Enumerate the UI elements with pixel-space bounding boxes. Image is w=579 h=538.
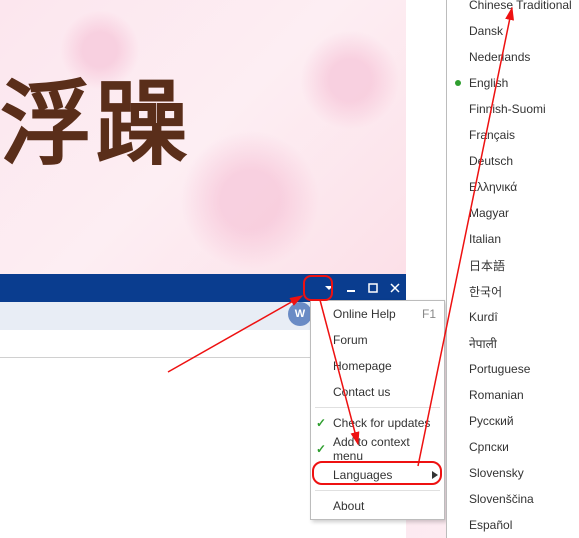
menu-forum[interactable]: Forum — [311, 327, 444, 353]
language-label: Romanian — [469, 388, 524, 402]
language-item[interactable]: 日本語 — [447, 252, 579, 278]
language-label: Italian — [469, 232, 501, 246]
check-icon: ✓ — [316, 442, 326, 456]
language-label: नेपाली — [469, 335, 497, 352]
language-label: 한국어 — [469, 283, 502, 300]
menu-check-updates[interactable]: ✓ Check for updates — [311, 410, 444, 436]
language-item[interactable]: Magyar — [447, 200, 579, 226]
menu-label: Forum — [333, 333, 368, 347]
language-item[interactable]: Kurdî — [447, 304, 579, 330]
wallpaper-area: 浮躁 — [0, 0, 406, 274]
menu-label: Check for updates — [333, 416, 430, 430]
flower-decoration — [180, 130, 320, 270]
menu-label: Online Help — [333, 307, 396, 321]
menu-online-help[interactable]: Online Help F1 — [311, 301, 444, 327]
main-dropdown-menu: Online Help F1 Forum Homepage Contact us… — [310, 300, 445, 520]
language-label: Portuguese — [469, 362, 530, 376]
language-item[interactable]: Chinese Traditional — [447, 0, 579, 18]
menu-separator — [315, 407, 440, 408]
language-item[interactable]: Français — [447, 122, 579, 148]
minimize-button[interactable] — [340, 274, 362, 302]
menu-label: About — [333, 499, 364, 513]
language-item[interactable]: Deutsch — [447, 148, 579, 174]
maximize-button[interactable] — [362, 274, 384, 302]
language-label: Chinese Traditional — [469, 0, 572, 12]
language-label: Español — [469, 518, 512, 532]
language-label: English — [469, 76, 508, 90]
language-item[interactable]: Српски — [447, 434, 579, 460]
avatar[interactable]: W — [288, 302, 312, 326]
window-titlebar — [0, 274, 406, 302]
language-label: Русский — [469, 414, 514, 428]
language-submenu: Chinese Traditional Dansk Nederlands Englis… — [446, 0, 579, 538]
language-item[interactable]: Slovensky — [447, 460, 579, 486]
menu-add-context[interactable]: ✓ Add to context menu — [311, 436, 444, 462]
language-item[interactable]: 한국어 — [447, 278, 579, 304]
menu-label: Homepage — [333, 359, 392, 373]
menu-languages[interactable]: Languages — [311, 462, 444, 488]
menu-label: Languages — [333, 468, 392, 482]
language-label: Slovensky — [469, 466, 524, 480]
language-label: Magyar — [469, 206, 509, 220]
language-label: Slovenščina — [469, 492, 534, 506]
menu-separator — [315, 490, 440, 491]
dropdown-button[interactable] — [318, 274, 340, 302]
language-item[interactable]: Русский — [447, 408, 579, 434]
wallpaper-text: 浮躁 — [0, 50, 192, 183]
menu-shortcut: F1 — [422, 307, 436, 321]
language-item[interactable]: Finnish-Suomi — [447, 96, 579, 122]
language-label: Kurdî — [469, 310, 498, 324]
language-label: Nederlands — [469, 50, 530, 64]
language-label: Finnish-Suomi — [469, 102, 546, 116]
language-item[interactable]: English — [447, 70, 579, 96]
language-item[interactable]: Nederlands — [447, 44, 579, 70]
menu-homepage[interactable]: Homepage — [311, 353, 444, 379]
menu-label: Add to context menu — [333, 435, 436, 463]
language-item[interactable]: Slovenščina — [447, 486, 579, 512]
language-item[interactable]: Romanian — [447, 382, 579, 408]
language-label: Српски — [469, 440, 509, 454]
language-label: Dansk — [469, 24, 503, 38]
check-icon: ✓ — [316, 416, 326, 430]
selected-dot-icon — [455, 80, 461, 86]
menu-about[interactable]: About — [311, 493, 444, 519]
close-button[interactable] — [384, 274, 406, 302]
language-item[interactable]: Dansk — [447, 18, 579, 44]
language-label: Deutsch — [469, 154, 513, 168]
language-label: Français — [469, 128, 515, 142]
language-label: Ελληνικά — [469, 180, 517, 194]
language-label: 日本語 — [469, 257, 505, 274]
menu-contact-us[interactable]: Contact us — [311, 379, 444, 405]
language-item[interactable]: नेपाली — [447, 330, 579, 356]
language-item[interactable]: Español — [447, 512, 579, 538]
language-item[interactable]: Portuguese — [447, 356, 579, 382]
submenu-arrow-icon — [432, 468, 438, 482]
language-item[interactable]: Italian — [447, 226, 579, 252]
language-item[interactable]: Ελληνικά — [447, 174, 579, 200]
menu-label: Contact us — [333, 385, 390, 399]
flower-decoration — [300, 30, 400, 130]
